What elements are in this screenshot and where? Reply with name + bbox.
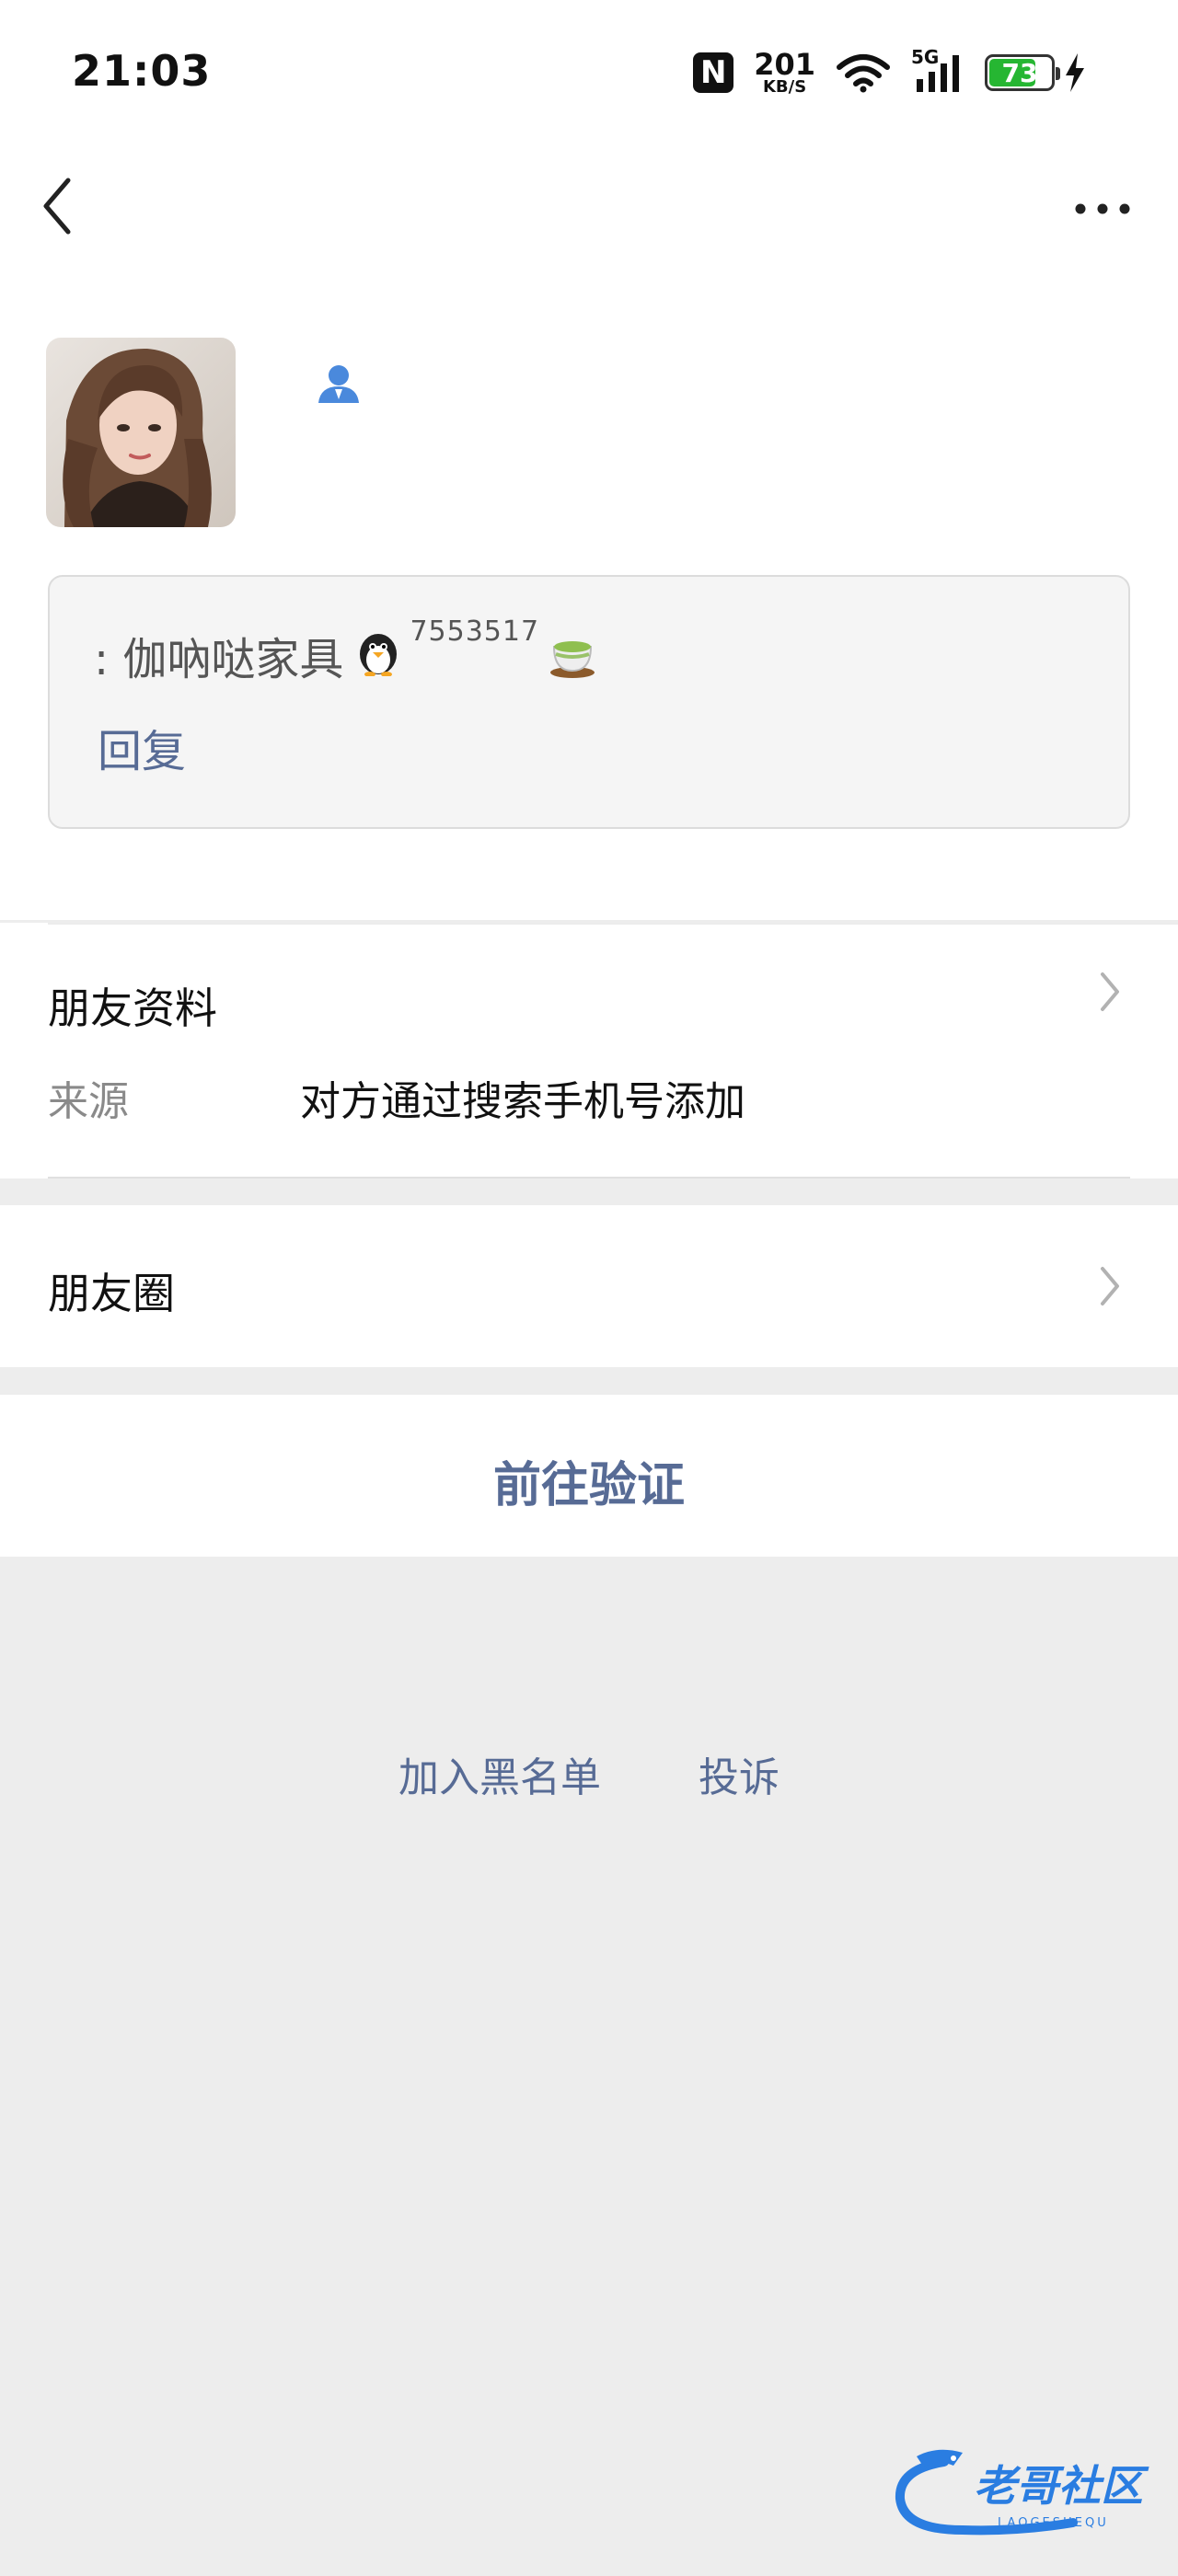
battery-indicator: 73 xyxy=(985,54,1060,91)
source-label: 来源 xyxy=(48,1078,129,1125)
wifi-icon xyxy=(837,54,890,93)
network-speed-unit: KB/S xyxy=(762,77,807,97)
chevron-right-icon xyxy=(1101,972,1119,1011)
watermark-text: 老哥社区 xyxy=(974,2461,1149,2511)
reply-link[interactable]: 回复 xyxy=(98,715,186,779)
moments-row[interactable]: 朋友圈 xyxy=(0,1205,1178,1367)
watermark-subtext: LAOGESHEQU xyxy=(998,2516,1109,2530)
avatar[interactable] xyxy=(46,338,236,527)
status-icons: N 201 KB/S 5G 73 xyxy=(693,46,1086,96)
status-bar: 21:03 N 201 KB/S 5G 73 xyxy=(0,0,1178,147)
report-link[interactable]: 投诉 xyxy=(699,1744,780,1803)
verify-button[interactable]: 前往验证 xyxy=(0,1446,1178,1515)
avatar-image xyxy=(46,338,236,527)
nfc-icon: N xyxy=(693,52,734,93)
profile-section: : 伽吶哒家具 7553517 回复 xyxy=(0,313,1178,920)
penguin-emoji-icon xyxy=(360,634,398,676)
source-value: 对方通过搜索手机号添加 xyxy=(300,1078,745,1125)
friend-info-title: 朋友资料 xyxy=(48,983,217,1033)
moments-title: 朋友圈 xyxy=(48,1269,175,1318)
verify-action-row: 前往验证 xyxy=(0,1395,1178,1557)
divider xyxy=(48,1177,1130,1179)
dragon-logo-icon: 老哥社区 LAOGESHEQU xyxy=(895,2449,1149,2536)
network-speed: 201 KB/S xyxy=(754,50,815,96)
divider xyxy=(48,923,1178,925)
back-icon[interactable] xyxy=(37,173,83,247)
verification-message: : 伽吶哒家具 7553517 xyxy=(94,615,602,687)
friend-info-row[interactable]: 朋友资料 来源 对方通过搜索手机号添加 xyxy=(0,923,1178,1179)
blacklist-link[interactable]: 加入黑名单 xyxy=(398,1744,601,1803)
charging-bolt-icon xyxy=(1066,53,1084,92)
contact-person-icon xyxy=(318,365,359,403)
signal-bars-icon xyxy=(917,55,959,92)
footer-links: 加入黑名单 投诉 xyxy=(0,1744,1178,1803)
battery-level: 73 xyxy=(1001,57,1038,88)
more-options-icon[interactable] xyxy=(1073,193,1132,224)
verification-message-box: : 伽吶哒家具 7553517 回复 xyxy=(48,575,1130,829)
network-speed-value: 201 xyxy=(754,47,815,82)
message-text: : 伽吶哒家具 xyxy=(94,634,344,685)
chevron-right-icon xyxy=(1101,1267,1119,1305)
status-time: 21:03 xyxy=(72,46,212,96)
nav-bar xyxy=(0,147,1178,313)
watermark-logo: 老哥社区 LAOGESHEQU xyxy=(889,2442,1156,2543)
tea-cup-emoji-icon xyxy=(550,641,595,678)
cellular-signal: 5G xyxy=(911,46,964,94)
message-number: 7553517 xyxy=(410,615,540,648)
